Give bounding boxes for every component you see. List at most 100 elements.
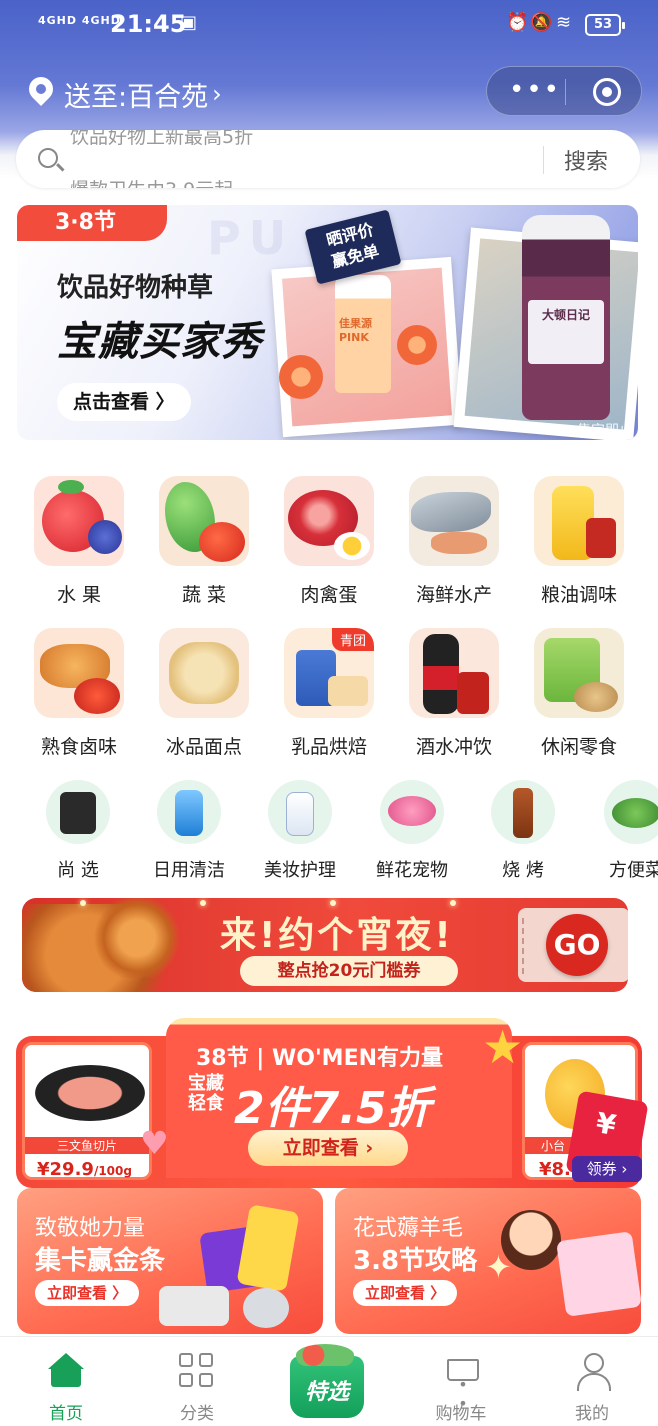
strategy-banner[interactable]: 花式薅羊毛 3.8节攻略 立即查看 〉 ✦ <box>335 1188 641 1334</box>
hero-footnote: 售完即止 <box>577 423 633 439</box>
battery-icon: 53 <box>585 14 625 36</box>
tab-me[interactable]: 我的 <box>526 1337 658 1426</box>
category-label: 方便菜 <box>609 860 658 881</box>
category-ready-meals[interactable]: 方便菜 <box>586 780 658 882</box>
tab-label: 首页 <box>49 1404 83 1424</box>
handwash-icon <box>268 780 332 844</box>
tab-category[interactable]: 分类 <box>131 1337 263 1426</box>
milk-icon: 青团 <box>284 628 374 718</box>
gold-bar-image <box>236 1204 300 1292</box>
string-light <box>450 900 456 906</box>
more-dots-icon[interactable]: ••• <box>509 77 561 103</box>
category-label: 美妆护理 <box>264 860 336 881</box>
category-grain-oil[interactable]: 粮油调味 <box>524 476 634 607</box>
category-deli[interactable]: 熟食卤味 <box>24 628 134 759</box>
home-icon <box>48 1353 84 1389</box>
category-frozen[interactable]: 冰品面点 <box>149 628 259 759</box>
category-label: 酒水冲饮 <box>415 736 492 758</box>
womens-day-heading: 38节 | WO'MEN有力量 <box>196 1046 444 1071</box>
snack-icon <box>534 628 624 718</box>
go-button[interactable]: GO <box>546 914 608 976</box>
search-placeholder-next: 爆款卫生巾3.9元起 <box>70 175 233 188</box>
category-selection[interactable]: 尚 选 <box>28 780 128 882</box>
price-unit: /100g <box>93 1164 132 1178</box>
delivery-location[interactable]: 送至:百合苑 › <box>28 72 222 116</box>
toaster-image <box>159 1286 229 1326</box>
flower-icon <box>380 780 444 844</box>
search-divider <box>543 146 544 174</box>
yuan-icon: ¥ <box>593 1106 619 1143</box>
wifi-icon: ≋ <box>556 12 572 33</box>
category-bbq[interactable]: 烧 烤 <box>473 780 573 882</box>
string-light <box>330 900 336 906</box>
search-bar[interactable]: 饮品好物上新最高5折 爆款卫生巾3.9元起 搜索 <box>16 130 640 188</box>
category-beauty[interactable]: 美妆护理 <box>250 780 350 882</box>
category-label: 肉禽蛋 <box>300 584 358 606</box>
card-view-button[interactable]: 立即查看 〉 <box>353 1280 458 1306</box>
tab-cart[interactable]: 购物车 <box>395 1337 527 1426</box>
category-label: 尚 选 <box>57 860 99 881</box>
review-sticker-text: 晒评价 赢免单 <box>324 219 381 272</box>
category-label: 烧 烤 <box>502 860 544 881</box>
night-snack-banner[interactable]: 来!约个宵夜! 整点抢20元门槛券 GO <box>22 898 628 992</box>
user-icon <box>574 1353 611 1391</box>
mute-icon: 🔕 <box>530 12 553 33</box>
view-now-button[interactable]: 立即查看 › <box>248 1130 408 1166</box>
hero-view-button[interactable]: 点击查看 〉 <box>57 383 191 421</box>
mini-program-capsule: ••• <box>486 66 642 116</box>
product-price: ¥29.9/100g <box>37 1159 132 1180</box>
meat-icon <box>284 476 374 566</box>
vegetable-icon <box>159 476 249 566</box>
ticket-perforation <box>522 918 524 974</box>
strawberry-icon <box>34 476 124 566</box>
hero-tag: 3·8节 <box>17 205 167 241</box>
collect-cards-banner[interactable]: 致敬她力量 集卡赢金条 立即查看 〉 <box>17 1188 323 1334</box>
claim-coupon-button[interactable]: 领券 › <box>572 1156 642 1182</box>
clock: 21:45 <box>110 10 187 38</box>
hero-banner[interactable]: 3·8节 PU 饮品好物种草 宝藏买家秀 点击查看 〉 佳果源 PINK 大顿日… <box>17 205 638 440</box>
category-seafood[interactable]: 海鲜水产 <box>399 476 509 607</box>
night-snack-title: 来!约个宵夜! <box>220 915 454 956</box>
grapefruit-image <box>279 355 323 399</box>
womens-day-banner[interactable]: 三文鱼切片 ¥29.9/100g 小台 ¥8.9 38节 | WO'MEN有力量… <box>16 1018 649 1188</box>
category-label: 熟食卤味 <box>40 736 117 758</box>
category-cleaning[interactable]: 日用清洁 <box>139 780 239 882</box>
category-fruit[interactable]: 水 果 <box>24 476 134 607</box>
fish-icon <box>409 476 499 566</box>
category-snacks[interactable]: 休闲零食 <box>524 628 634 759</box>
womens-day-discount: 2件7.5折 <box>234 1083 431 1134</box>
category-meat[interactable]: 肉禽蛋 <box>274 476 384 607</box>
category-label: 水 果 <box>56 584 102 606</box>
detergent-icon <box>157 780 221 844</box>
search-placeholder-previous: 饮品好物上新最高5折 <box>70 130 254 148</box>
category-label: 海鲜水产 <box>415 584 492 606</box>
grapefruit-image <box>397 325 437 365</box>
bottle-label: 佳果源 PINK <box>339 317 372 344</box>
category-flowers-pets[interactable]: 鲜花宠物 <box>362 780 462 882</box>
tab-special[interactable]: 特选 <box>286 1344 368 1420</box>
category-label: 粮油调味 <box>540 584 617 606</box>
salmon-image <box>35 1065 145 1121</box>
status-bar: 4GHD 4GHD 21:45 ▣ ⏰ 🔕 ≋ 53 <box>0 0 658 52</box>
search-button[interactable]: 搜索 <box>564 144 608 176</box>
alarm-icon: ⏰ <box>506 12 529 33</box>
drink-bottle-image: 大顿日记 <box>522 215 610 420</box>
juice-bottle-image: 佳果源 PINK <box>335 275 391 393</box>
shopping-bag-icon <box>46 780 110 844</box>
calendar-illustration <box>556 1231 641 1317</box>
card-view-button[interactable]: 立即查看 〉 <box>35 1280 140 1306</box>
category-label: 蔬 菜 <box>181 584 227 606</box>
app-notification-icon: ▣ <box>180 12 198 33</box>
crayfish-icon <box>34 628 124 718</box>
category-drinks[interactable]: 酒水冲饮 <box>399 628 509 759</box>
tab-home[interactable]: 首页 <box>0 1337 132 1426</box>
hero-subtitle: 饮品好物种草 <box>57 273 214 303</box>
category-badge: 青团 <box>331 628 374 651</box>
card-line-2: 集卡赢金条 <box>35 1246 166 1276</box>
target-icon[interactable] <box>593 78 621 106</box>
star-icon: ★ <box>482 1020 524 1074</box>
category-dairy[interactable]: 青团 乳品烘焙 <box>274 628 384 759</box>
card-line-1: 致敬她力量 <box>35 1216 146 1241</box>
category-vegetable[interactable]: 蔬 菜 <box>149 476 259 607</box>
salmon-product-card[interactable]: 三文鱼切片 ¥29.9/100g <box>22 1042 152 1180</box>
